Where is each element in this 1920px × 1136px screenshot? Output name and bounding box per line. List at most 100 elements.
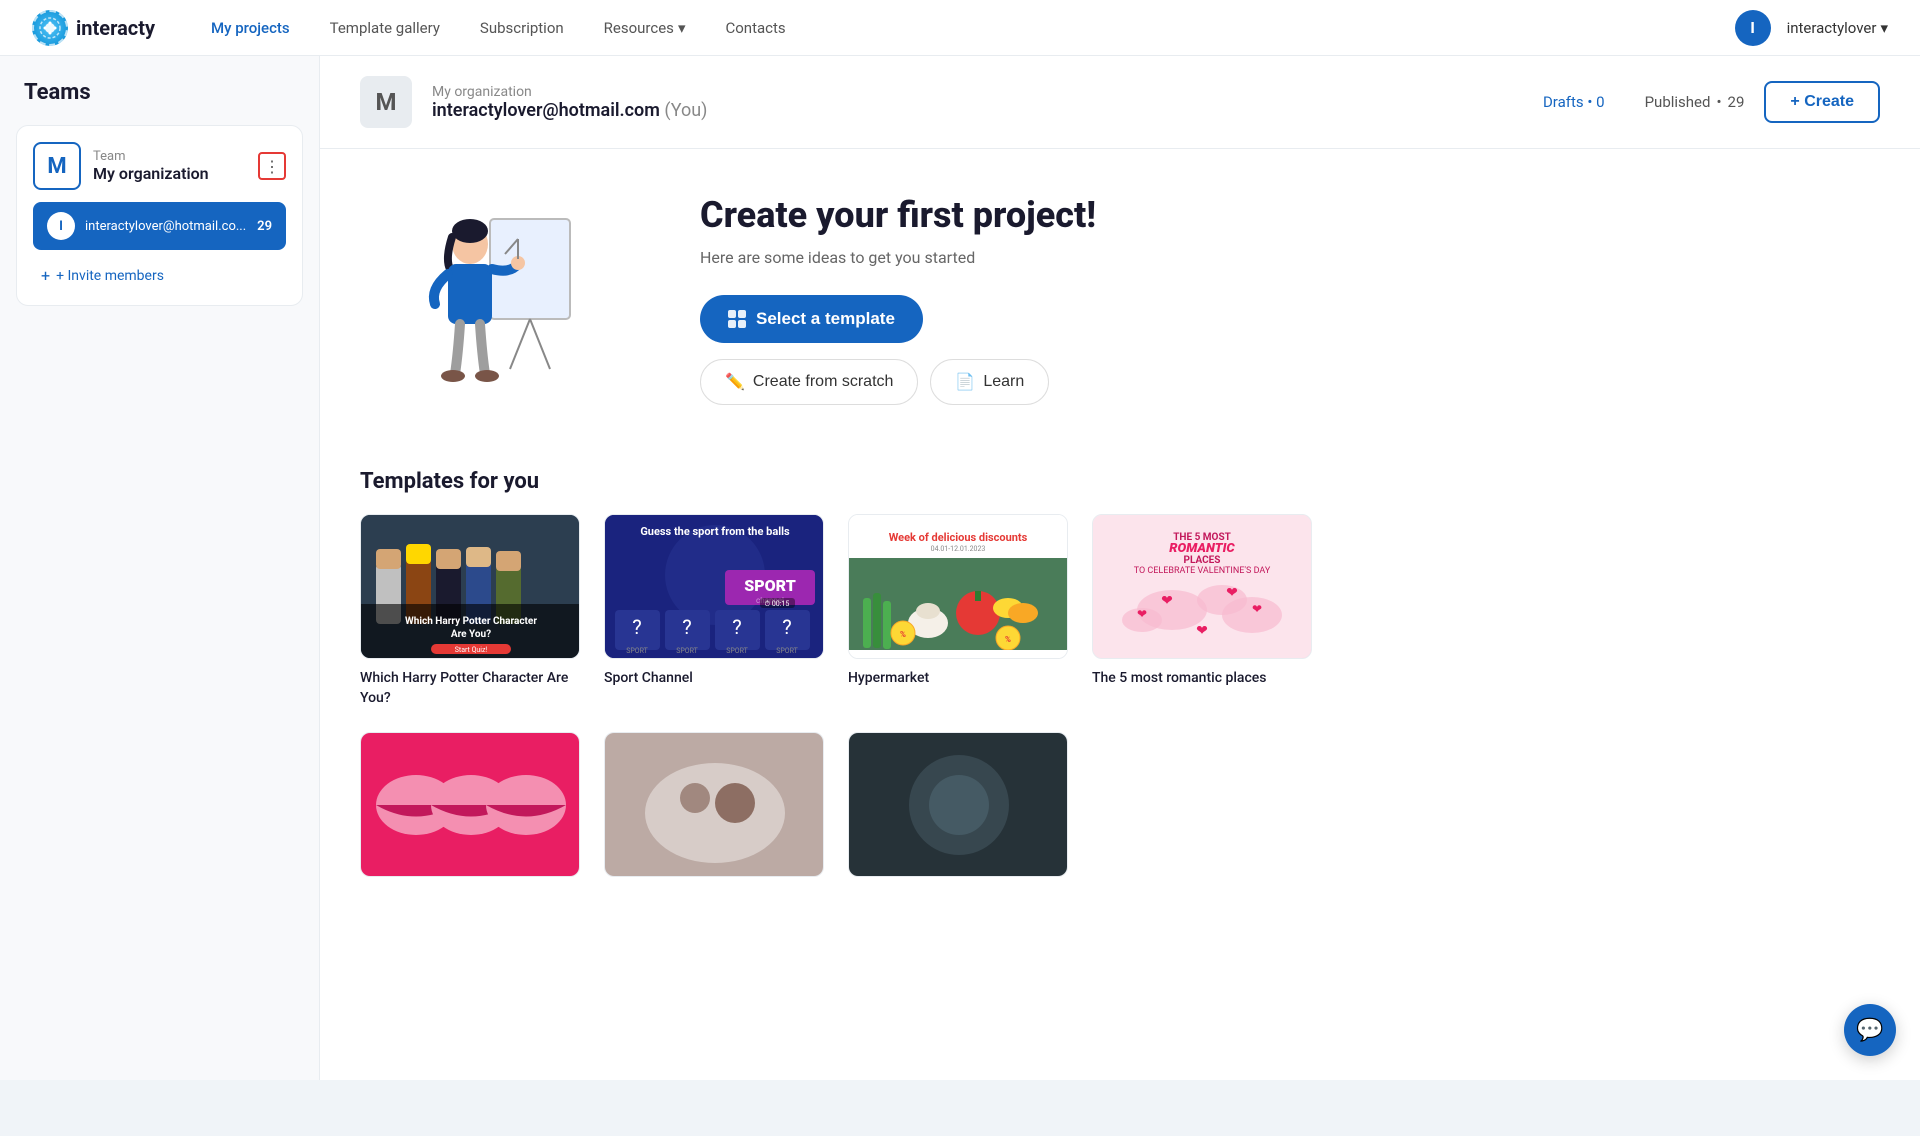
team-info: Team My organization: [93, 149, 209, 183]
template-thumb-harry: Which Harry Potter Character Are You? St…: [360, 514, 580, 659]
grid-icon: [728, 310, 746, 328]
svg-text:❤: ❤: [1137, 607, 1147, 621]
org-avatar: M: [360, 76, 412, 128]
svg-text:Week of delicious discounts: Week of delicious discounts: [889, 531, 1028, 544]
hero-subtitle: Here are some ideas to get you started: [700, 248, 1840, 267]
org-published: Published • 29: [1645, 93, 1745, 111]
nav-template-gallery[interactable]: Template gallery: [314, 11, 456, 45]
template-thumb-7: [848, 732, 1068, 877]
svg-text:❤: ❤: [1226, 585, 1238, 601]
svg-text:Are You?: Are You?: [451, 629, 491, 640]
svg-text:SPORT: SPORT: [776, 647, 798, 655]
logo[interactable]: interacty: [32, 10, 155, 46]
select-template-button[interactable]: Select a template: [700, 295, 923, 343]
svg-text:%: %: [1005, 635, 1011, 644]
template-card-romantic[interactable]: THE 5 MOST ROMANTIC PLACES TO CELEBRATE …: [1092, 514, 1312, 708]
create-from-scratch-button[interactable]: ✏️ Create from scratch: [700, 359, 918, 405]
book-icon: 📄: [955, 372, 975, 392]
svg-text:SPORT: SPORT: [626, 647, 648, 655]
template-thumb-6: [604, 732, 824, 877]
svg-text:?: ?: [682, 615, 691, 639]
template-name-romantic: The 5 most romantic places: [1092, 669, 1312, 689]
drafts-link[interactable]: Drafts • 0: [1543, 93, 1605, 111]
pencil-icon: ✏️: [725, 372, 745, 392]
svg-text:ROMANTIC: ROMANTIC: [1169, 541, 1235, 556]
member-count: 29: [257, 219, 272, 234]
template-card-6[interactable]: [604, 732, 824, 887]
svg-text:Guess the sport from the balls: Guess the sport from the balls: [640, 525, 790, 538]
content-area: M My organization interactylover@hotmail…: [320, 56, 1920, 1080]
template-card-5[interactable]: [360, 732, 580, 887]
chat-bubble-button[interactable]: 💬: [1844, 1004, 1896, 1056]
svg-text:%: %: [900, 630, 906, 639]
template-card-7[interactable]: [848, 732, 1068, 887]
nav-links: My projects Template gallery Subscriptio…: [195, 11, 1735, 45]
templates-grid: Which Harry Potter Character Are You? St…: [360, 514, 1880, 708]
team-menu-button[interactable]: ⋮: [258, 152, 286, 180]
sidebar: Teams M Team My organization ⋮ I interac…: [0, 56, 320, 1080]
org-info: My organization interactylover@hotmail.c…: [432, 84, 1523, 121]
nav-right: I interactylover ▾: [1735, 10, 1888, 46]
member-avatar: I: [47, 212, 75, 240]
invite-members-button[interactable]: + + Invite members: [33, 262, 286, 289]
org-drafts: Drafts • 0: [1543, 93, 1605, 111]
template-card-harry[interactable]: Which Harry Potter Character Are You? St…: [360, 514, 580, 708]
svg-text:SPORT: SPORT: [726, 647, 748, 655]
template-card-hypermarket[interactable]: Week of delicious discounts 04.01-12.01.…: [848, 514, 1068, 708]
template-name-harry: Which Harry Potter Character Are You?: [360, 669, 580, 708]
template-thumb-hypermarket: Week of delicious discounts 04.01-12.01.…: [848, 514, 1068, 659]
chat-icon: 💬: [1856, 1018, 1883, 1043]
svg-text:Which Harry Potter Character: Which Harry Potter Character: [405, 616, 537, 627]
team-card: M Team My organization ⋮ I interactylove…: [16, 125, 303, 306]
member-row[interactable]: I interactylover@hotmail.co... 29: [33, 202, 286, 250]
svg-text:?: ?: [732, 615, 741, 639]
template-thumb-romantic: THE 5 MOST ROMANTIC PLACES TO CELEBRATE …: [1092, 514, 1312, 659]
nav-subscription[interactable]: Subscription: [464, 11, 580, 45]
svg-text:TO CELEBRATE VALENTINE'S DAY: TO CELEBRATE VALENTINE'S DAY: [1134, 566, 1271, 576]
svg-text:04.01-12.01.2023: 04.01-12.01.2023: [931, 545, 986, 553]
nav-my-projects[interactable]: My projects: [195, 11, 306, 45]
org-stats: Drafts • 0 Published • 29: [1543, 93, 1744, 111]
chevron-down-icon-user: ▾: [1880, 19, 1888, 37]
logo-icon: [32, 10, 68, 46]
hero-actions: Select a template ✏️ Create from scratch…: [700, 295, 1840, 405]
member-email: interactylover@hotmail.co...: [85, 219, 247, 234]
team-label: Team: [93, 149, 209, 164]
org-header: M My organization interactylover@hotmail…: [320, 56, 1920, 149]
learn-button[interactable]: 📄 Learn: [930, 359, 1049, 405]
user-avatar-nav: I: [1735, 10, 1771, 46]
secondary-buttons-row: ✏️ Create from scratch 📄 Learn: [700, 359, 1049, 405]
logo-text: interacty: [76, 16, 155, 40]
team-name: My organization: [93, 164, 209, 183]
org-name: My organization: [432, 84, 1523, 100]
templates-row2: [360, 732, 1880, 887]
template-name-sport: Sport Channel: [604, 669, 824, 689]
org-email: interactylover@hotmail.com (You): [432, 100, 1523, 121]
templates-section: Templates for you: [320, 449, 1920, 927]
svg-text:❤: ❤: [1252, 602, 1262, 616]
svg-text:SPORT: SPORT: [744, 576, 796, 595]
user-name-dropdown[interactable]: interactylover ▾: [1787, 19, 1888, 37]
svg-text:❤: ❤: [1196, 623, 1208, 639]
svg-text:SPORT: SPORT: [676, 647, 698, 655]
hero-svg: [400, 189, 600, 409]
team-avatar: M: [33, 142, 81, 190]
nav-contacts[interactable]: Contacts: [709, 11, 801, 45]
svg-text:PLACES: PLACES: [1184, 555, 1221, 566]
template-name-hypermarket: Hypermarket: [848, 669, 1068, 689]
nav-resources[interactable]: Resources ▾: [588, 11, 702, 45]
hero-text: Create your first project! Here are some…: [700, 194, 1840, 405]
svg-text:Start Quiz!: Start Quiz!: [455, 646, 488, 654]
svg-text:⏱ 00:15: ⏱ 00:15: [765, 600, 790, 608]
template-thumb-sport: SPORT channel ? ? ? ?: [604, 514, 824, 659]
team-header-left: M Team My organization: [33, 142, 209, 190]
svg-text:?: ?: [632, 615, 641, 639]
svg-text:?: ?: [782, 615, 791, 639]
template-thumb-5: [360, 732, 580, 877]
template-card-sport[interactable]: SPORT channel ? ? ? ?: [604, 514, 824, 708]
hero-section: Create your first project! Here are some…: [320, 149, 1920, 449]
main-layout: Teams M Team My organization ⋮ I interac…: [0, 56, 1920, 1080]
navbar: interacty My projects Template gallery S…: [0, 0, 1920, 56]
chevron-down-icon: ▾: [678, 19, 686, 37]
create-button[interactable]: + Create: [1764, 81, 1880, 123]
